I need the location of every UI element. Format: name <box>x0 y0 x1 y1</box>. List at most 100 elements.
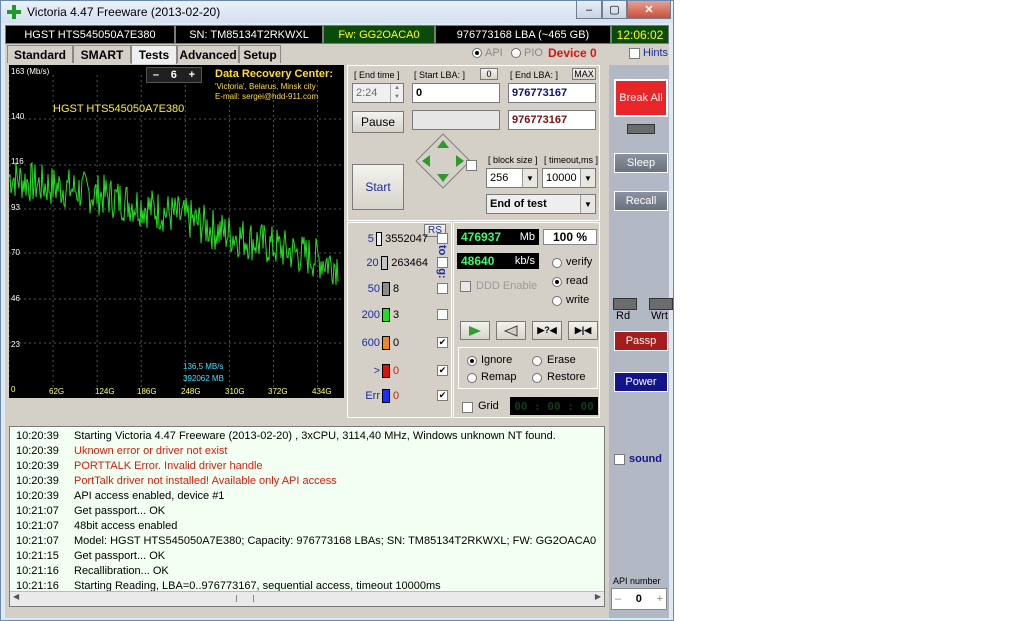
hints-checkbox[interactable] <box>629 48 640 59</box>
timeout-label: [ timeout,ms ] <box>544 155 599 165</box>
end-lba-input[interactable]: 976773167 <box>508 83 596 103</box>
start-button[interactable]: Start <box>352 164 404 210</box>
butterfly-icon: ▶|◀ <box>574 325 592 335</box>
block-color-swatch <box>382 308 390 322</box>
log-timing-checkbox[interactable]: ✔ <box>437 390 448 401</box>
scroll-left-icon[interactable]: ◀ <box>13 592 19 601</box>
play-button[interactable] <box>460 321 490 340</box>
pause-button[interactable]: Pause <box>352 111 404 133</box>
erase-radio[interactable] <box>532 356 542 366</box>
chevron-down-icon: ▼ <box>580 169 595 187</box>
sound-checkbox[interactable] <box>614 454 625 465</box>
tab-smart[interactable]: SMART <box>73 45 131 63</box>
end-action-select[interactable]: End of test ▼ <box>486 194 596 214</box>
log-message: Model: HGST HTS545050A7E380; Capacity: 9… <box>74 535 597 547</box>
block-color-swatch <box>380 256 389 270</box>
direction-checkbox[interactable] <box>466 160 477 171</box>
scrollbar-grip[interactable] <box>236 595 254 602</box>
speed-readout: 48640 kb/s <box>457 253 539 269</box>
api-radio[interactable] <box>472 48 482 58</box>
end-lba-max-button[interactable]: MAX <box>572 68 596 80</box>
log-time: 10:21:15 <box>16 550 59 562</box>
scan-control-panel: [ End time ] 2:24 ▲ ▼ [ Start LBA: ] 0 0 … <box>347 65 600 221</box>
log-time: 10:20:39 <box>16 430 59 442</box>
block-row: 50 8 <box>358 279 428 299</box>
client-area: HGST HTS545050A7E380 SN: TM85134T2RKWXL … <box>5 25 673 618</box>
log-time: 10:20:39 <box>16 490 59 502</box>
remap-radio[interactable] <box>467 373 477 383</box>
log-message: Starting Victoria 4.47 Freeware (2013-02… <box>74 430 556 442</box>
recovery-center-email[interactable]: E-mail: sergei@hdd-911.com <box>215 92 318 101</box>
log-timing-checkbox[interactable]: ✔ <box>437 365 448 376</box>
speed-graph: 163 (Mb/s) 140 116 93 70 46 23 0 62G 124… <box>9 65 344 398</box>
step-minus-button[interactable]: – <box>153 69 159 81</box>
play-icon <box>469 325 481 336</box>
minimize-button[interactable]: – <box>576 1 602 19</box>
tab-standard[interactable]: Standard <box>7 45 73 63</box>
block-ms-label: > <box>373 365 380 377</box>
ignore-radio[interactable] <box>467 356 477 366</box>
end-time-spin-icon[interactable]: ▲ ▼ <box>390 84 403 102</box>
recall-button[interactable]: Recall <box>614 191 668 211</box>
block-count: 3552047 <box>385 233 428 245</box>
start-lba-reset-button[interactable]: 0 <box>480 68 498 80</box>
power-button[interactable]: Power <box>614 372 668 392</box>
break-all-button[interactable]: Break All <box>614 79 668 117</box>
tab-tests[interactable]: Tests <box>131 45 177 64</box>
log-timing-checkbox[interactable] <box>437 257 448 268</box>
minus-icon[interactable]: – <box>615 593 621 605</box>
log-timing-checkbox[interactable] <box>437 233 448 244</box>
minimize-icon: – <box>585 3 593 16</box>
window-title: Victoria 4.47 Freeware (2013-02-20) <box>27 5 221 19</box>
log-time: 10:20:39 <box>16 445 59 457</box>
rd-label: Rd <box>616 310 631 322</box>
close-button[interactable]: ✕ <box>627 1 671 19</box>
drive-serial: SN: TM85134T2RKWXL <box>175 25 323 44</box>
graph-mb-readout: 392062 MB <box>183 374 224 383</box>
x-tick-label: 310G <box>225 387 245 396</box>
tab-advanced[interactable]: Advanced <box>177 45 239 63</box>
event-log: 10:20:39 Starting Victoria 4.47 Freeware … <box>9 426 605 607</box>
log-message: 48bit access enabled <box>74 520 178 532</box>
graph-unit-label: 163 (Mb/s) <box>11 67 50 76</box>
rewind-button[interactable] <box>496 321 526 340</box>
log-message: Get passport... OK <box>74 550 166 562</box>
block-ms-label: 50 <box>367 283 380 295</box>
passport-button[interactable]: Passp <box>614 331 668 351</box>
block-count: 0 <box>393 337 400 349</box>
api-number-spinner[interactable]: – 0 + <box>611 588 667 610</box>
pio-radio[interactable] <box>511 48 521 58</box>
block-ms-label: Err <box>365 390 380 402</box>
log-time: 10:21:07 <box>16 535 59 547</box>
timeout-select[interactable]: 10000 ▼ <box>542 168 596 188</box>
y-tick-label: 93 <box>11 203 20 212</box>
verify-radio[interactable] <box>552 258 562 268</box>
graph-speed-readout: 136,5 MB/s <box>183 362 224 371</box>
scroll-right-icon[interactable]: ▶ <box>595 592 601 601</box>
log-message: Uknown error or driver not exist <box>74 445 228 457</box>
random-seek-button[interactable]: ▶?◀ <box>532 321 562 340</box>
log-timing-checkbox[interactable] <box>437 309 448 320</box>
log-timing-checkbox[interactable] <box>437 283 448 294</box>
block-row: 600 0 <box>358 333 428 353</box>
tab-setup[interactable]: Setup <box>239 45 281 63</box>
read-radio[interactable] <box>552 277 562 287</box>
sleep-button[interactable]: Sleep <box>614 153 668 173</box>
butterfly-button[interactable]: ▶|◀ <box>568 321 598 340</box>
grid-label: Grid <box>478 400 499 412</box>
grid-checkbox[interactable] <box>462 402 473 413</box>
log-timing-checkbox[interactable]: ✔ <box>437 337 448 348</box>
block-ms-label: 600 <box>361 337 380 349</box>
restore-radio[interactable] <box>532 373 542 383</box>
ddd-label: DDD Enable <box>476 280 538 292</box>
maximize-icon: ▢ <box>609 4 620 16</box>
plus-icon[interactable]: + <box>657 593 663 605</box>
start-lba-input[interactable]: 0 <box>412 83 500 103</box>
api-label: API <box>485 47 503 59</box>
log-horizontal-scrollbar[interactable]: ◀ ▶ <box>10 591 604 606</box>
ddd-checkbox[interactable] <box>460 281 471 292</box>
write-radio[interactable] <box>552 296 562 306</box>
block-size-select[interactable]: 256 ▼ <box>486 168 538 188</box>
step-plus-button[interactable]: + <box>189 69 195 81</box>
maximize-button[interactable]: ▢ <box>602 1 627 19</box>
